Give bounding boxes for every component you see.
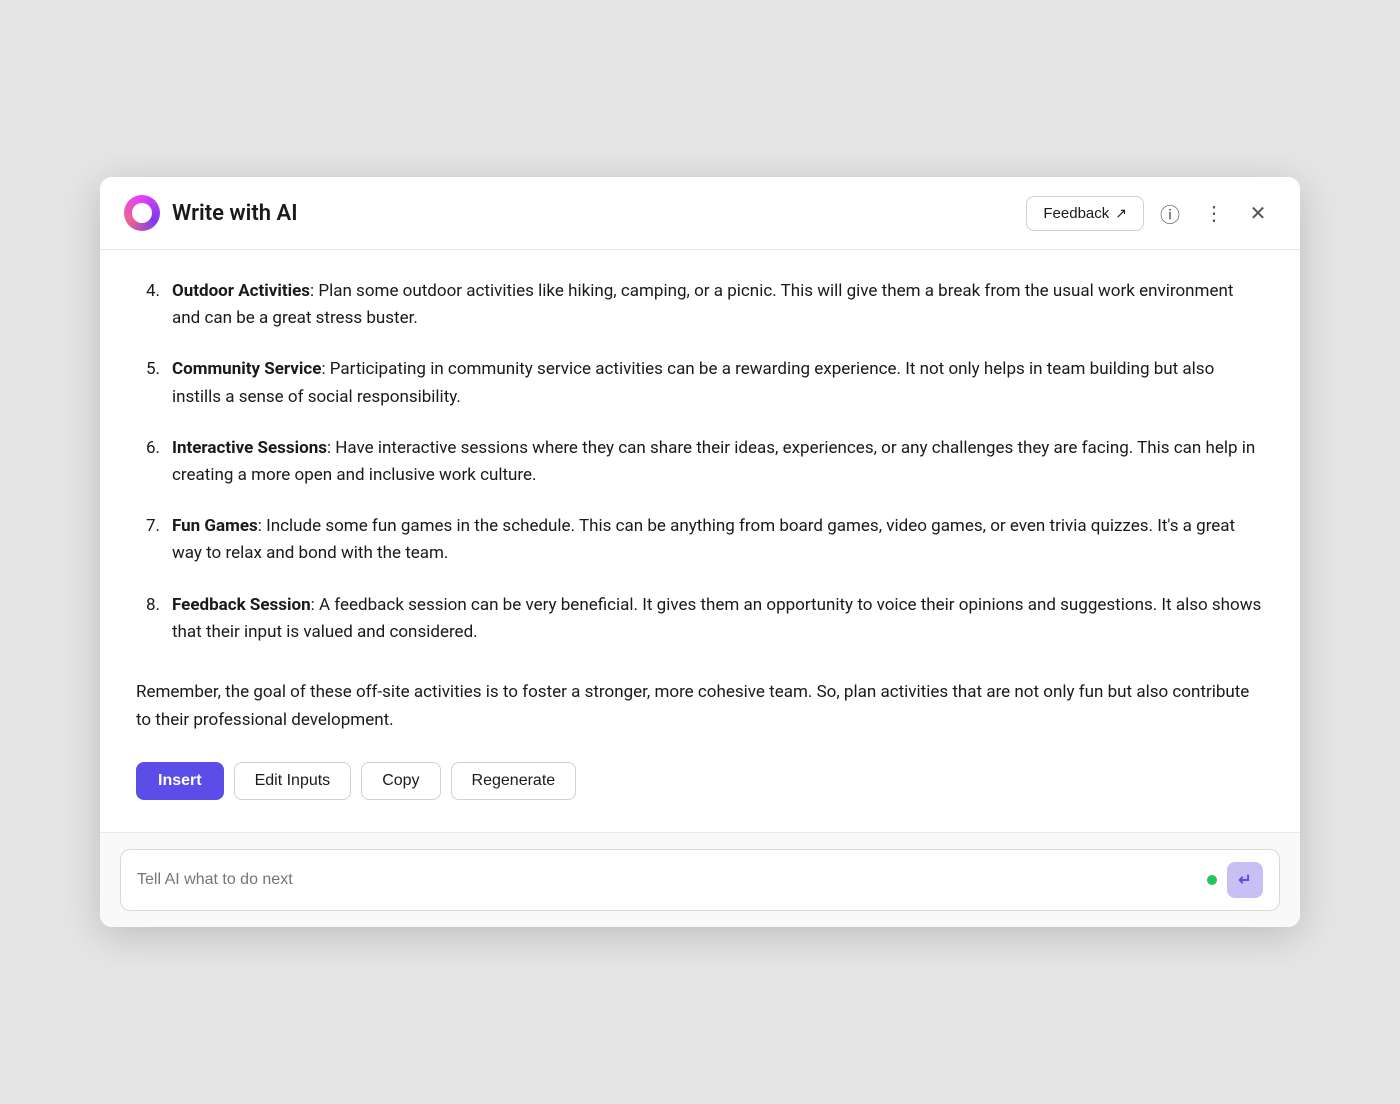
item-number: 8. (136, 592, 160, 646)
item-term: Community Service (172, 359, 321, 379)
item-description: : Plan some outdoor activities like hiki… (172, 281, 1233, 328)
panel-content: 4. Outdoor Activities: Plan some outdoor… (100, 250, 1300, 832)
list-item: 6. Interactive Sessions: Have interactiv… (136, 435, 1264, 489)
item-term: Interactive Sessions (172, 438, 327, 458)
item-term: Fun Games (172, 516, 258, 536)
close-icon: ✕ (1250, 201, 1267, 226)
external-link-icon: ↗ (1115, 205, 1127, 222)
item-term: Feedback Session (172, 595, 311, 615)
status-dot (1207, 875, 1217, 885)
list-item: 5. Community Service: Participating in c… (136, 356, 1264, 410)
feedback-label: Feedback (1043, 205, 1109, 222)
item-number: 5. (136, 356, 160, 410)
list-item: 7. Fun Games: Include some fun games in … (136, 513, 1264, 567)
more-options-button[interactable]: ⋮ (1196, 195, 1232, 231)
panel-title: Write with AI (172, 201, 1026, 226)
close-button[interactable]: ✕ (1240, 195, 1276, 231)
edit-inputs-button[interactable]: Edit Inputs (234, 762, 352, 800)
feedback-button[interactable]: Feedback ↗ (1026, 196, 1144, 231)
item-text: Fun Games: Include some fun games in the… (172, 513, 1264, 567)
activities-list: 4. Outdoor Activities: Plan some outdoor… (136, 278, 1264, 670)
item-number: 7. (136, 513, 160, 567)
item-term: Outdoor Activities (172, 281, 310, 301)
input-wrapper: ↵ (120, 849, 1280, 911)
panel-header: Write with AI Feedback ↗ ⓘ ⋮ ✕ (100, 177, 1300, 250)
item-description: : Have interactive sessions where they c… (172, 438, 1255, 485)
item-text: Community Service: Participating in comm… (172, 356, 1264, 410)
ai-instruction-input[interactable] (137, 871, 1197, 889)
info-icon: ⓘ (1160, 199, 1180, 228)
item-text: Outdoor Activities: Plan some outdoor ac… (172, 278, 1264, 332)
item-description: : A feedback session can be very benefic… (172, 595, 1261, 642)
logo-inner (132, 203, 152, 223)
ai-logo (124, 195, 160, 231)
copy-button[interactable]: Copy (361, 762, 440, 800)
item-description: : Include some fun games in the schedule… (172, 516, 1235, 563)
closing-paragraph: Remember, the goal of these off-site act… (136, 678, 1264, 734)
action-buttons-group: Insert Edit Inputs Copy Regenerate (136, 762, 1264, 808)
insert-button[interactable]: Insert (136, 762, 224, 800)
info-button[interactable]: ⓘ (1152, 195, 1188, 231)
input-area: ↵ (100, 832, 1300, 927)
item-number: 6. (136, 435, 160, 489)
item-number: 4. (136, 278, 160, 332)
item-text: Interactive Sessions: Have interactive s… (172, 435, 1264, 489)
list-item: 4. Outdoor Activities: Plan some outdoor… (136, 278, 1264, 332)
send-button[interactable]: ↵ (1227, 862, 1263, 898)
list-item: 8. Feedback Session: A feedback session … (136, 592, 1264, 646)
item-text: Feedback Session: A feedback session can… (172, 592, 1264, 646)
more-icon: ⋮ (1204, 201, 1224, 226)
ai-write-panel: Write with AI Feedback ↗ ⓘ ⋮ ✕ 4. Outdoo… (100, 177, 1300, 927)
send-icon: ↵ (1238, 870, 1251, 890)
regenerate-button[interactable]: Regenerate (451, 762, 577, 800)
item-description: : Participating in community service act… (172, 359, 1214, 406)
header-actions: Feedback ↗ ⓘ ⋮ ✕ (1026, 195, 1276, 231)
